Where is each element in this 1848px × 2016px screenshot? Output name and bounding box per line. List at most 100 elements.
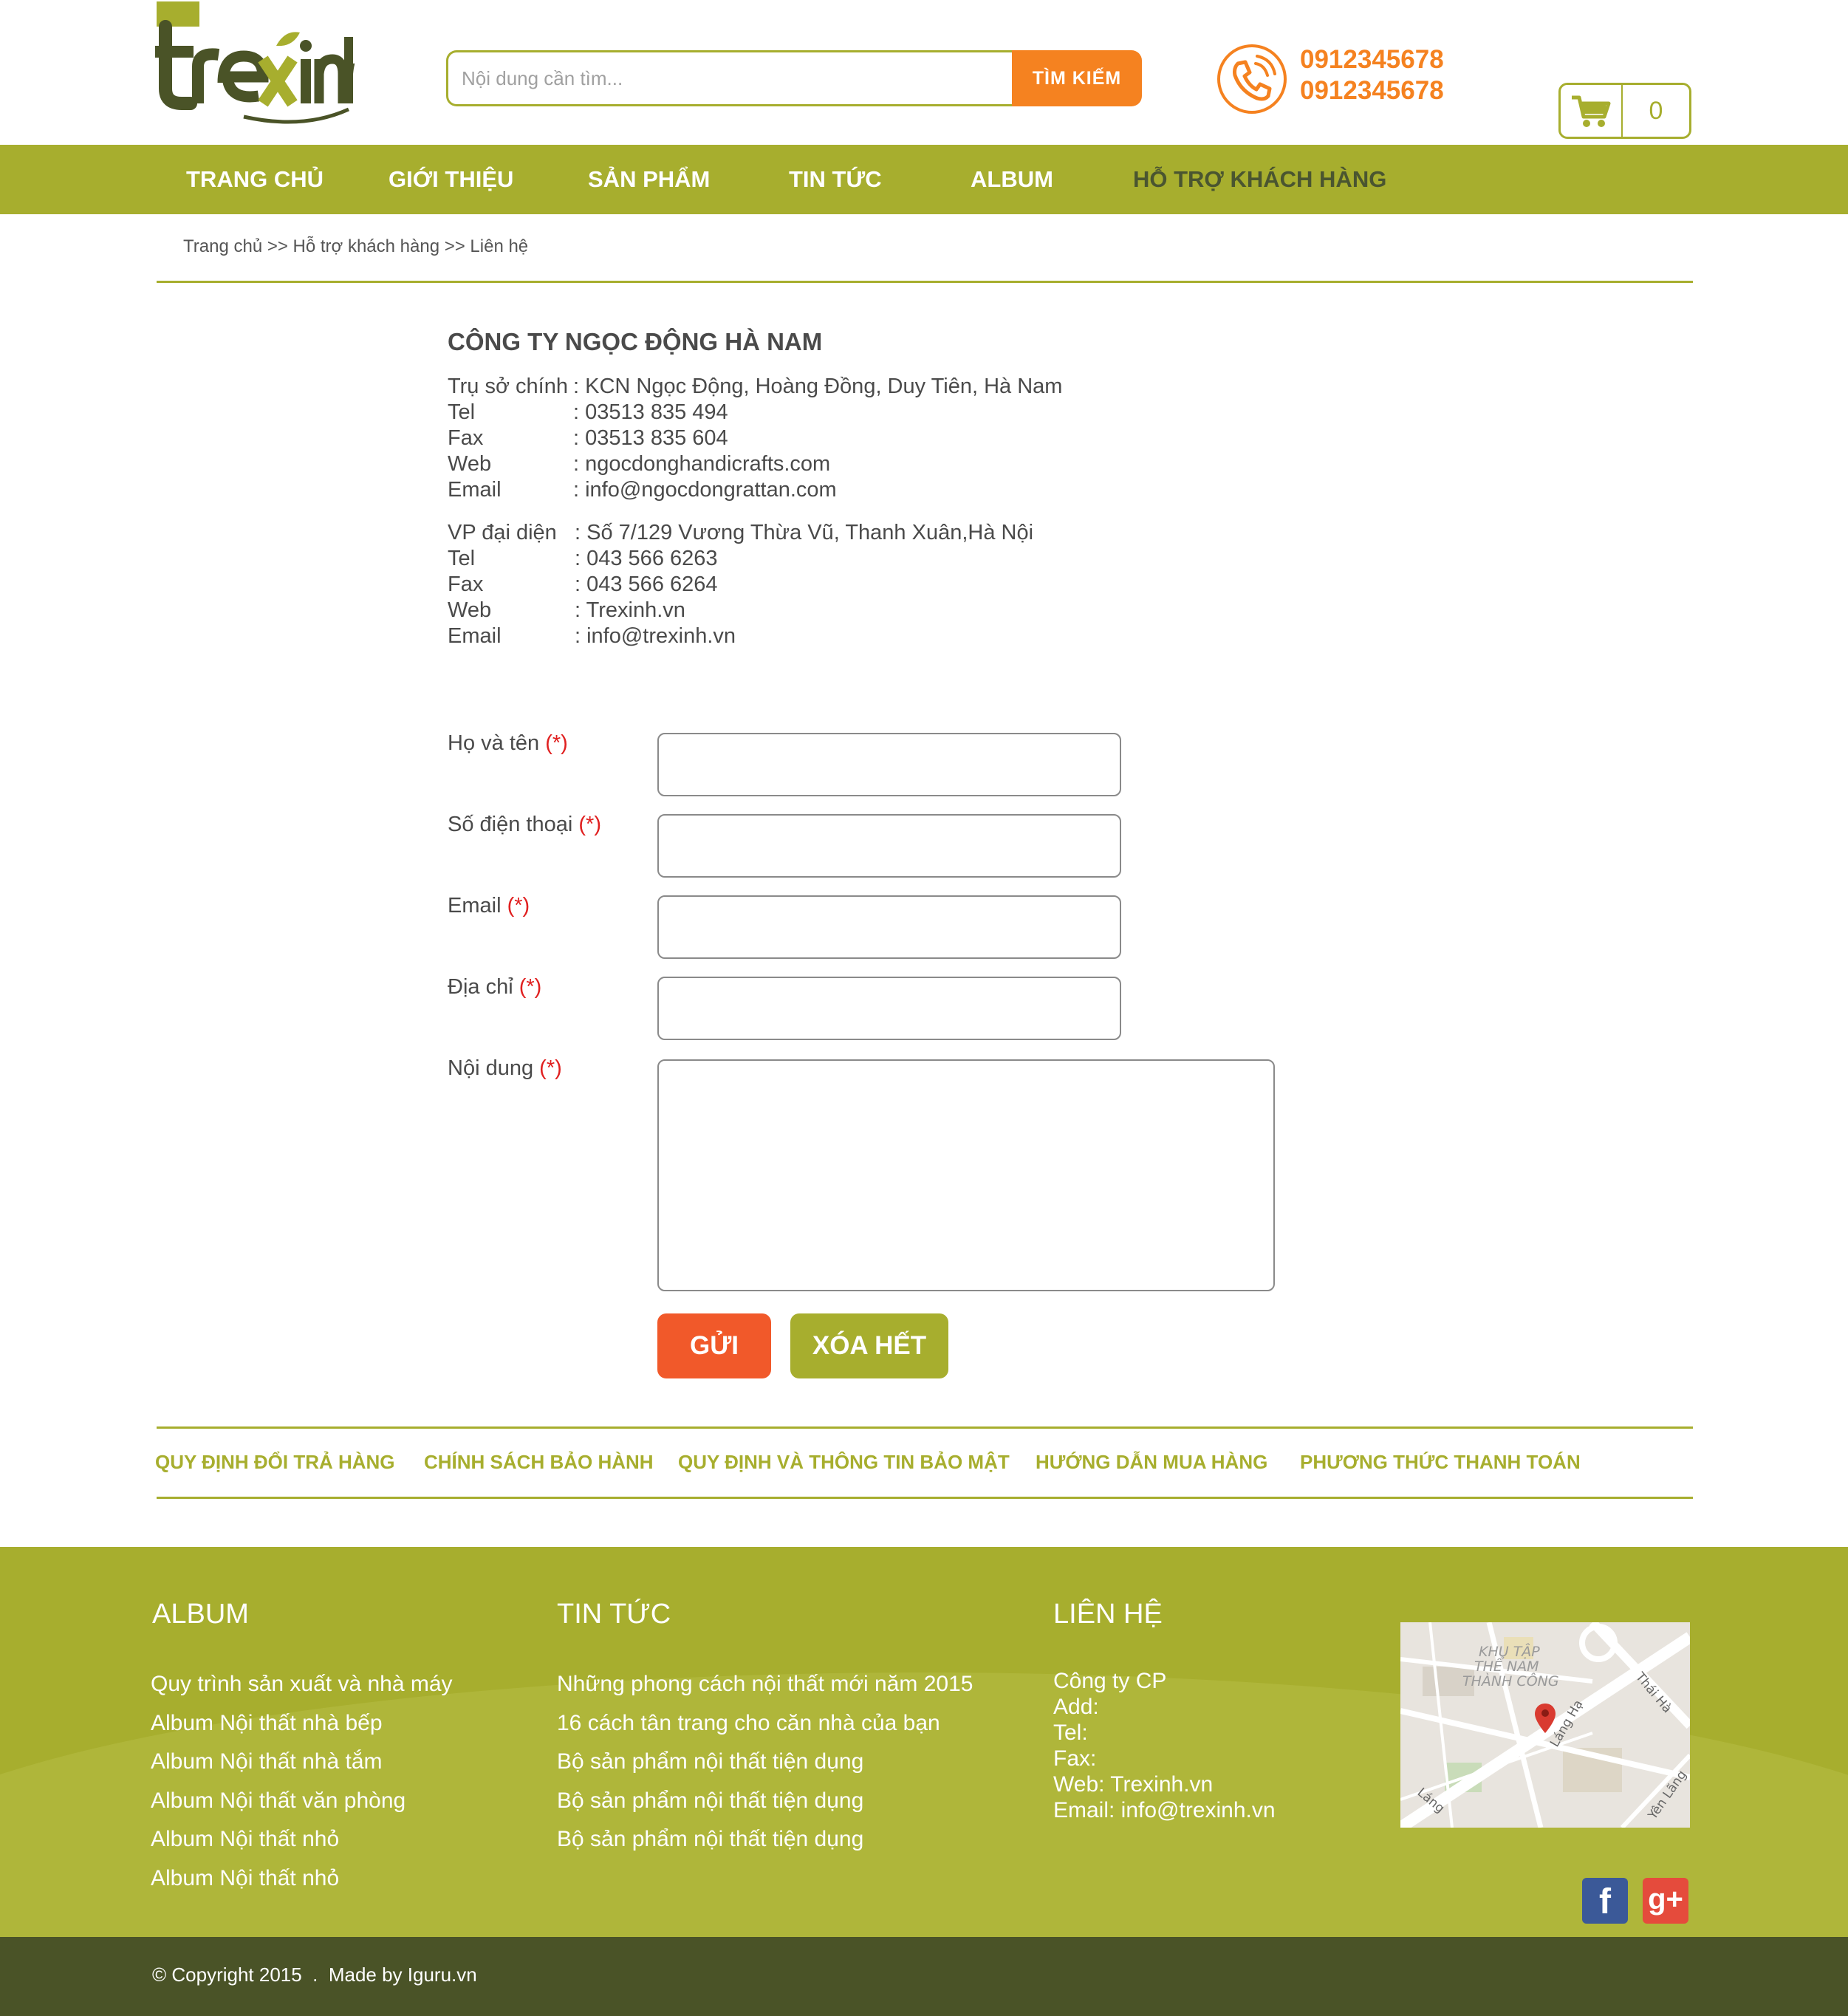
contact-line: Công ty CP — [1053, 1669, 1167, 1693]
info-value: : ngocdonghandicrafts.com — [573, 452, 831, 476]
google-plus-icon[interactable]: g+ — [1643, 1878, 1688, 1924]
info-key: Email — [448, 624, 502, 648]
required-mark: (*) — [507, 894, 530, 918]
footer-link[interactable]: Bộ sản phẩm nội thất tiện dụng — [557, 1782, 973, 1821]
rep-office-info: VP đại diện: Số 7/129 Vương Thừa Vũ, Tha… — [448, 520, 1033, 649]
footer-link[interactable]: Những phong cách nội thất mới năm 2015 — [557, 1665, 973, 1704]
search-input[interactable] — [446, 50, 1012, 106]
footer-link[interactable]: Album Nội thất nhà bếp — [151, 1704, 453, 1743]
contact-line[interactable]: Web: Trexinh.vn — [1053, 1771, 1276, 1797]
label-phone: Số điện thoại (*) — [448, 813, 601, 837]
facebook-icon[interactable]: f — [1582, 1878, 1628, 1924]
info-key: Tel — [448, 400, 476, 424]
footer-link[interactable]: Album Nội thất nhỏ — [151, 1820, 453, 1859]
label-message: Nội dung (*) — [448, 1056, 562, 1081]
search-bar: TÌM KIẾM — [446, 50, 1142, 106]
message-textarea[interactable] — [657, 1059, 1275, 1291]
footer-contact-info: Công ty CP Add: Tel: Fax: Web: Trexinh.v… — [1053, 1668, 1276, 1823]
policy-link-buying-guide[interactable]: HƯỚNG DẪN MUA HÀNG — [1036, 1451, 1267, 1474]
main-nav: TRANG CHỦ GIỚI THIỆU SẢN PHẨM TIN TỨC AL… — [0, 145, 1848, 214]
footer-news-title: TIN TỨC — [557, 1599, 671, 1630]
required-mark: (*) — [519, 975, 542, 999]
info-row: Trụ sở chính: KCN Ngọc Động, Hoàng Đồng,… — [448, 374, 1062, 400]
info-value: : 03513 835 494 — [573, 400, 728, 424]
footer-news-list: Những phong cách nội thất mới năm 2015 1… — [557, 1665, 973, 1859]
nav-item-album[interactable]: ALBUM — [971, 145, 1053, 214]
map-label: THỂ NAM — [1474, 1655, 1539, 1675]
phone-input[interactable] — [657, 814, 1121, 878]
policy-link-returns[interactable]: QUY ĐỊNH ĐỔI TRẢ HÀNG — [155, 1451, 395, 1474]
clear-button[interactable]: XÓA HẾT — [790, 1313, 948, 1378]
info-row: Email : info@trexinh.vn — [448, 623, 1033, 649]
info-value: : info@trexinh.vn — [575, 624, 736, 648]
nav-item-home[interactable]: TRANG CHỦ — [186, 145, 324, 214]
field-label: Email — [448, 894, 502, 918]
breadcrumb[interactable]: Trang chủ >> Hỗ trợ khách hàng >> Liên h… — [183, 236, 528, 257]
hotline-number[interactable]: 0912345678 — [1300, 75, 1444, 106]
copyright-bar: © Copyright 2015 . Made by Iguru.vn — [0, 1937, 1848, 2016]
company-name: CÔNG TY NGỌC ĐỘNG HÀ NAM — [448, 328, 823, 355]
nav-item-support[interactable]: HỖ TRỢ KHÁCH HÀNG — [1133, 145, 1386, 214]
footer-link[interactable]: 16 cách tân trang cho căn nhà của bạn — [557, 1704, 973, 1743]
logo[interactable] — [155, 0, 356, 126]
footer-link[interactable]: Bộ sản phẩm nội thất tiện dụng — [557, 1820, 973, 1859]
info-row: Web : Trexinh.vn — [448, 598, 1033, 623]
footer-album-list: Quy trình sản xuất và nhà máy Album Nội … — [151, 1665, 453, 1899]
required-mark: (*) — [545, 731, 568, 755]
info-row: Tel : 03513 835 494 — [448, 400, 1062, 426]
contact-line[interactable]: Email: info@trexinh.vn — [1053, 1797, 1276, 1823]
footer-album-title: ALBUM — [152, 1599, 249, 1630]
address-input[interactable] — [657, 977, 1121, 1040]
field-label: Nội dung — [448, 1056, 534, 1080]
footer-link[interactable]: Album Nội thất văn phòng — [151, 1782, 453, 1821]
policy-link-payment[interactable]: PHƯƠNG THỨC THANH TOÁN — [1300, 1451, 1581, 1474]
footer-link[interactable]: Bộ sản phẩm nội thất tiện dụng — [557, 1743, 973, 1782]
info-key: Trụ sở chính — [448, 375, 568, 398]
field-label: Số điện thoại — [448, 813, 573, 836]
hotline: 0912345678 0912345678 — [1300, 44, 1444, 106]
label-full-name: Họ và tên (*) — [448, 731, 568, 756]
info-key: Web — [448, 598, 492, 622]
field-label: Địa chỉ — [448, 975, 513, 999]
info-key: VP đại diện — [448, 521, 557, 544]
phone-icon — [1216, 43, 1288, 115]
nav-item-news[interactable]: TIN TỨC — [789, 145, 882, 214]
info-row: Web: ngocdonghandicrafts.com — [448, 451, 1062, 477]
info-value: : 03513 835 604 — [573, 426, 728, 450]
info-value: : Trexinh.vn — [575, 598, 685, 622]
policy-link-privacy[interactable]: QUY ĐỊNH VÀ THÔNG TIN BẢO MẬT — [678, 1451, 1010, 1474]
info-row: Fax: 03513 835 604 — [448, 426, 1062, 451]
info-key: Email — [448, 478, 502, 502]
divider — [157, 281, 1693, 283]
footer-link[interactable]: Quy trình sản xuất và nhà máy — [151, 1665, 453, 1704]
email-input[interactable] — [657, 895, 1121, 959]
divider — [157, 1426, 1693, 1429]
footer-link[interactable]: Album Nội thất nhỏ — [151, 1859, 453, 1899]
cart-count: 0 — [1649, 96, 1663, 125]
contact-line: Fax: — [1053, 1746, 1097, 1771]
nav-item-products[interactable]: SẢN PHẨM — [588, 145, 710, 214]
hotline-number[interactable]: 0912345678 — [1300, 44, 1444, 75]
field-label: Họ và tên — [448, 731, 540, 755]
info-row: VP đại diện: Số 7/129 Vương Thừa Vũ, Tha… — [448, 520, 1033, 546]
info-value: : 043 566 6264 — [575, 573, 718, 596]
nav-item-about[interactable]: GIỚI THIỆU — [389, 145, 513, 214]
footer-link[interactable]: Album Nội thất nhà tắm — [151, 1743, 453, 1782]
cart-button[interactable]: 0 — [1558, 83, 1691, 139]
info-row: Tel: 043 566 6263 — [448, 546, 1033, 572]
send-button[interactable]: GỬI — [657, 1313, 771, 1378]
full-name-input[interactable] — [657, 733, 1121, 796]
info-row: Fax : 043 566 6264 — [448, 572, 1033, 598]
info-key: Fax — [448, 573, 484, 596]
contact-line: Tel: — [1053, 1721, 1088, 1745]
map-label: KHU TẬP — [1479, 1643, 1540, 1660]
policy-link-warranty[interactable]: CHÍNH SÁCH BẢO HÀNH — [424, 1451, 654, 1474]
required-mark: (*) — [539, 1056, 562, 1080]
location-map[interactable]: KHU TẬP THỂ NAM THÀNH CÔNG Thái Hà Láng … — [1400, 1622, 1690, 1828]
info-value: : 043 566 6263 — [575, 547, 718, 570]
map-graphic: KHU TẬP THỂ NAM THÀNH CÔNG Thái Hà Láng … — [1400, 1622, 1690, 1828]
head-office-info: Trụ sở chính: KCN Ngọc Động, Hoàng Đồng,… — [448, 374, 1062, 503]
footer-contact-title: LIÊN HỆ — [1053, 1599, 1163, 1630]
cart-icon — [1561, 85, 1623, 137]
search-button[interactable]: TÌM KIẾM — [1012, 50, 1142, 106]
